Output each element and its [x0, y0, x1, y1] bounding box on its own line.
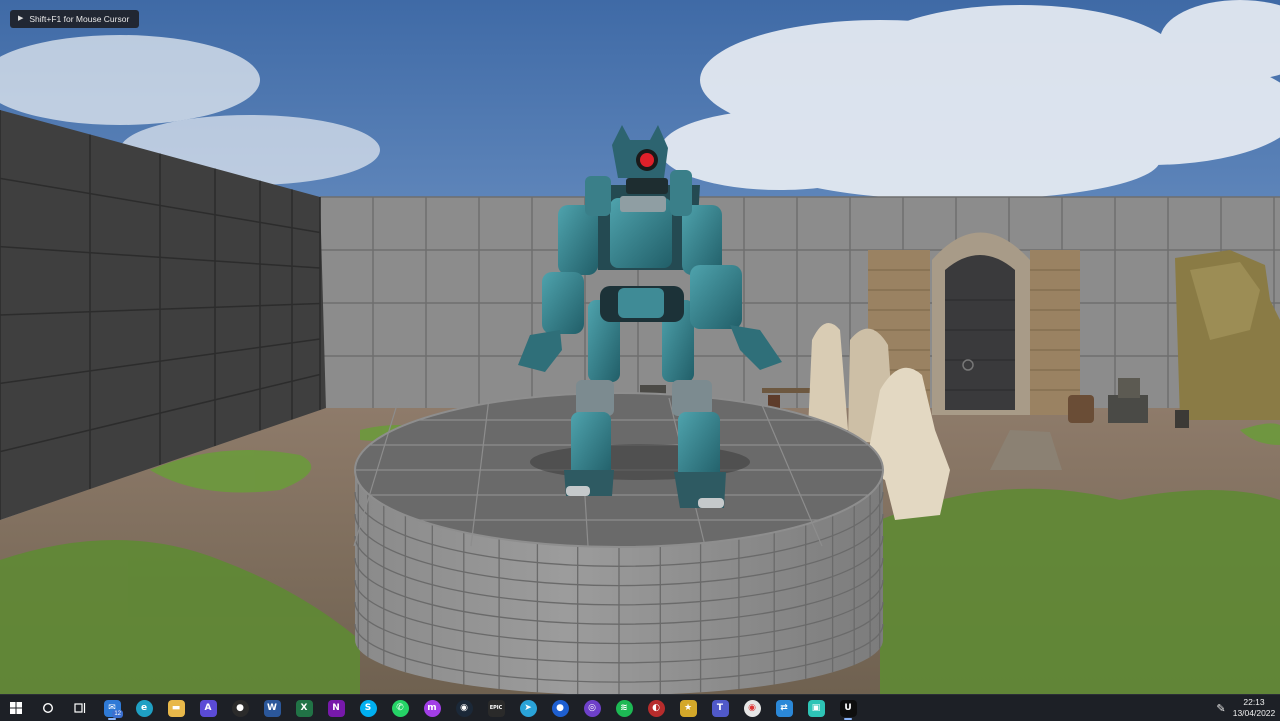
play-icon: ▶ — [18, 15, 24, 22]
system-tray: ✎ 22:13 13/04/2022 — [1210, 695, 1280, 721]
taskbar-maps[interactable]: ● — [544, 695, 576, 721]
circular-platform — [353, 392, 884, 694]
mouse-cursor-hint: ▶ Shift+F1 for Mouse Cursor — [10, 10, 140, 28]
file-explorer-icon: ▬ — [167, 699, 185, 717]
taskbar-edge[interactable]: e — [128, 695, 160, 721]
edge-icon: e — [135, 699, 153, 717]
clock-date: 13/04/2022 — [1232, 708, 1276, 718]
game-viewport[interactable]: ▶ Shift+F1 for Mouse Cursor — [0, 0, 1280, 694]
maps-icon: ● — [551, 699, 569, 717]
taskbar-onenote[interactable]: N — [320, 695, 352, 721]
pen-icon[interactable]: ✎ — [1210, 702, 1232, 715]
taskbar-excel[interactable]: X — [288, 695, 320, 721]
messenger-icon: m — [423, 699, 441, 717]
affinity-icon: A — [199, 699, 217, 717]
taskbar-davinci[interactable]: ◐ — [640, 695, 672, 721]
windows-taskbar: ✉ 12 e ▬ A ● W X N S ✆ m ◉ EPIC ➤ ● ◎ ≋ ◐ ★ T ◉ ⇄ ▣ U ✎ 22:13 13… — [0, 694, 1280, 721]
taskbar-chrome[interactable]: ◉ — [736, 695, 768, 721]
github-icon: ◎ — [583, 699, 601, 717]
taskbar-unreal-engine[interactable]: U — [832, 695, 864, 721]
task-view-icon — [73, 703, 85, 713]
spotify-icon: ≋ — [615, 699, 633, 717]
taskbar-telegram[interactable]: ➤ — [512, 695, 544, 721]
taskbar-skype[interactable]: S — [352, 695, 384, 721]
search-icon — [42, 702, 54, 714]
qt-app-icon: ▣ — [807, 699, 825, 717]
teams-icon: T — [711, 699, 729, 717]
taskbar-qt-app[interactable]: ▣ — [800, 695, 832, 721]
taskbar-github[interactable]: ◎ — [576, 695, 608, 721]
show-desktop-button[interactable] — [1276, 695, 1280, 721]
taskbar-file-explorer[interactable]: ▬ — [160, 695, 192, 721]
skype-icon: S — [359, 699, 377, 717]
taskbar-messenger[interactable]: m — [416, 695, 448, 721]
steam-icon: ◉ — [455, 699, 473, 717]
start-button[interactable] — [0, 695, 32, 721]
word-icon: W — [263, 699, 281, 717]
taskbar-mail[interactable]: ✉ 12 — [96, 695, 128, 721]
ruin-wall-right — [1175, 250, 1280, 420]
excel-icon: X — [295, 699, 313, 717]
taskbar-obs[interactable]: ● — [224, 695, 256, 721]
obs-icon: ● — [231, 699, 249, 717]
taskbar-star-app[interactable]: ★ — [672, 695, 704, 721]
hint-text: Shift+F1 for Mouse Cursor — [29, 14, 130, 24]
clock[interactable]: 22:13 13/04/2022 — [1232, 697, 1276, 719]
clock-time: 22:13 — [1243, 697, 1265, 707]
notification-badge: 12 — [112, 710, 123, 718]
windows-logo-icon — [10, 702, 22, 714]
chrome-icon: ◉ — [743, 699, 761, 717]
telegram-icon: ➤ — [519, 699, 537, 717]
taskbar-epic-games[interactable]: EPIC — [480, 695, 512, 721]
onenote-icon: N — [327, 699, 345, 717]
search-button[interactable] — [32, 695, 64, 721]
remote-app-icon: ⇄ — [775, 699, 793, 717]
whatsapp-icon: ✆ — [391, 699, 409, 717]
task-view-button[interactable] — [64, 695, 96, 721]
unreal-engine-icon: U — [839, 699, 857, 717]
taskbar-affinity[interactable]: A — [192, 695, 224, 721]
taskbar-steam[interactable]: ◉ — [448, 695, 480, 721]
star-app-icon: ★ — [679, 699, 697, 717]
taskbar-spotify[interactable]: ≋ — [608, 695, 640, 721]
taskbar-teams[interactable]: T — [704, 695, 736, 721]
taskbar-word[interactable]: W — [256, 695, 288, 721]
taskbar-whatsapp[interactable]: ✆ — [384, 695, 416, 721]
epic-games-icon: EPIC — [487, 699, 505, 717]
davinci-icon: ◐ — [647, 699, 665, 717]
taskbar-remote-app[interactable]: ⇄ — [768, 695, 800, 721]
